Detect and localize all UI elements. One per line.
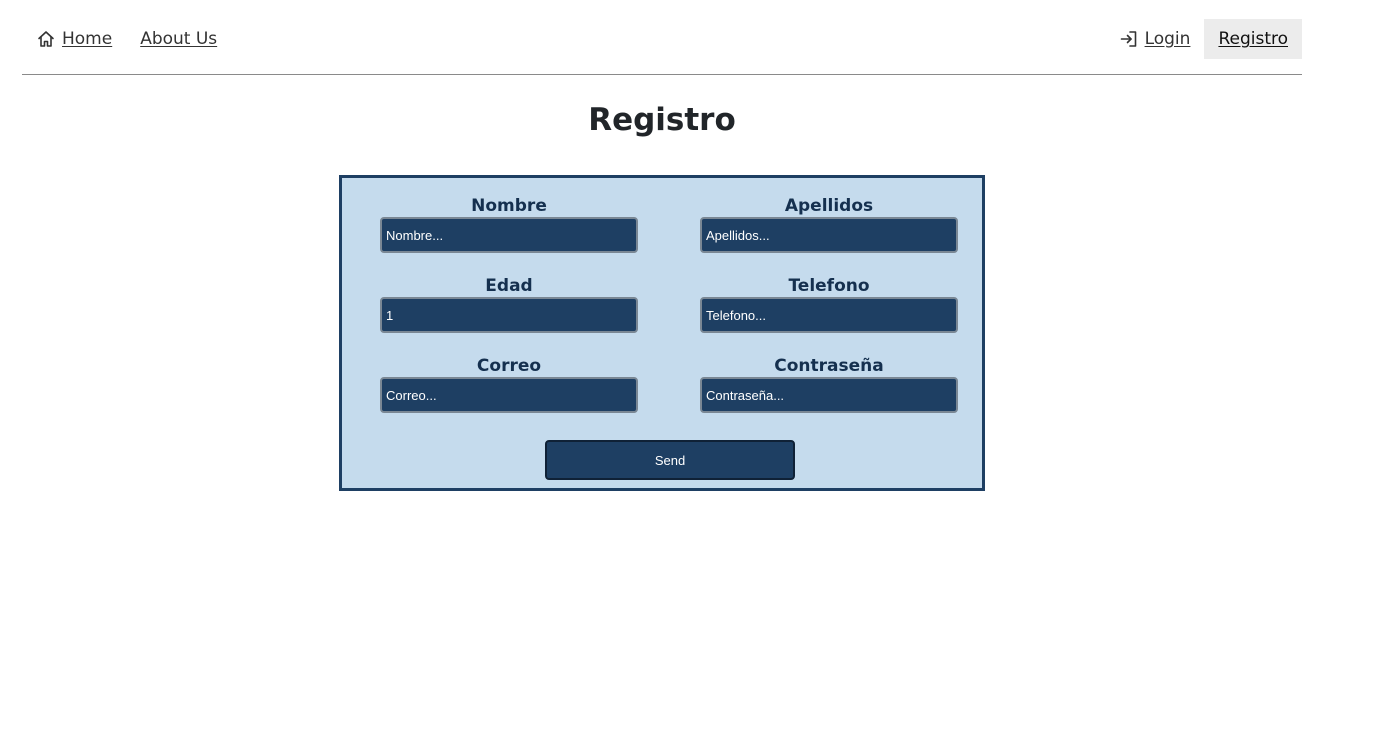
telefono-input[interactable] xyxy=(700,297,958,333)
correo-input[interactable] xyxy=(380,377,638,413)
top-navbar: Home About Us Login Registro xyxy=(22,18,1302,75)
apellidos-field-group: Apellidos xyxy=(700,195,958,253)
send-button[interactable]: Send xyxy=(545,440,795,480)
telefono-field-group: Telefono xyxy=(700,275,958,333)
correo-field-group: Correo xyxy=(380,355,638,413)
nav-left-group: Home About Us xyxy=(36,18,217,60)
edad-label: Edad xyxy=(485,276,533,296)
nav-home-label: Home xyxy=(62,29,113,49)
registration-form: Nombre Apellidos Edad Telefono Correo Co… xyxy=(339,175,985,491)
nav-login-link[interactable]: Login xyxy=(1119,19,1205,59)
login-icon xyxy=(1119,29,1139,49)
correo-label: Correo xyxy=(476,356,542,376)
nav-login-label: Login xyxy=(1144,29,1191,49)
contrasena-label: Contraseña xyxy=(774,356,884,376)
home-icon xyxy=(36,29,56,49)
nombre-label: Nombre xyxy=(471,196,547,216)
contrasena-input[interactable] xyxy=(700,377,958,413)
nav-right-group: Login Registro xyxy=(1119,18,1302,60)
nombre-input[interactable] xyxy=(380,217,638,253)
contrasena-field-group: Contraseña xyxy=(700,355,958,413)
apellidos-input[interactable] xyxy=(700,217,958,253)
nombre-field-group: Nombre xyxy=(380,195,638,253)
edad-field-group: Edad xyxy=(380,275,638,333)
nav-about-link[interactable]: About Us xyxy=(140,19,217,59)
telefono-label: Telefono xyxy=(788,276,870,296)
nav-registro-link[interactable]: Registro xyxy=(1204,19,1302,59)
nav-home-link[interactable]: Home xyxy=(36,19,112,59)
apellidos-label: Apellidos xyxy=(784,196,874,216)
edad-input[interactable] xyxy=(380,297,638,333)
page-title: Registro xyxy=(588,102,736,138)
